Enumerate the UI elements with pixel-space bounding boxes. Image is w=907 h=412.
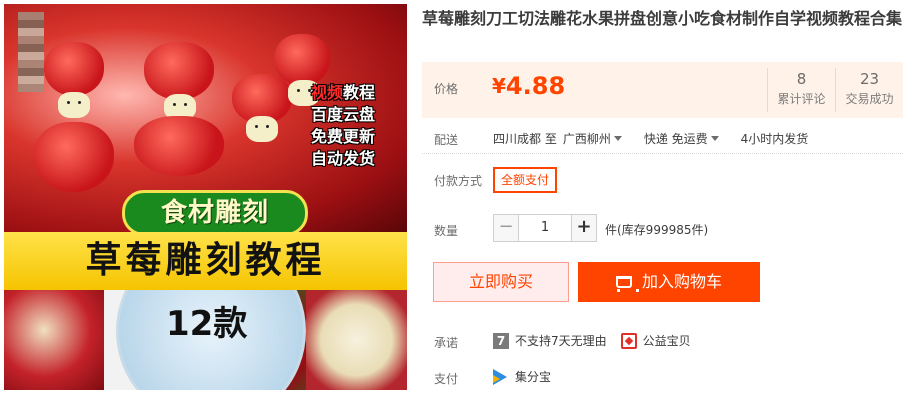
ship-to-select[interactable]: 广西柳州 bbox=[563, 130, 622, 147]
collage-photo bbox=[306, 290, 407, 390]
stock-info: 件(库存999985件) bbox=[605, 223, 709, 237]
ship-to: 广西柳州 bbox=[562, 132, 611, 146]
strawberry-body bbox=[134, 116, 224, 176]
charity-text[interactable]: 公益宝贝 bbox=[643, 332, 691, 349]
quantity-increase-button[interactable]: + bbox=[571, 214, 597, 242]
pay-method[interactable]: 集分宝 bbox=[515, 368, 551, 385]
currency-symbol: ¥ bbox=[492, 74, 506, 98]
payment-option-full[interactable]: 全额支付 bbox=[493, 167, 558, 193]
buy-now-button[interactable]: 立即购买 bbox=[433, 262, 569, 302]
strawberry-body bbox=[34, 122, 114, 192]
strawberry-hat bbox=[144, 42, 214, 100]
shipping-row: 四川成都 至 广西柳州 快递 免运费 4小时内发货 bbox=[493, 130, 808, 147]
charity-icon bbox=[620, 332, 637, 349]
strawberry-hat bbox=[274, 34, 330, 86]
add-to-cart-label: 加入购物车 bbox=[641, 272, 722, 291]
quantity-label: 数量 bbox=[434, 224, 459, 238]
strawberry-santa-photo: 视频教程 百度云盘 免费更新 自动发货 食材雕刻 bbox=[4, 4, 407, 236]
strawberry-hat bbox=[44, 42, 104, 96]
payment-method-label: 付款方式 bbox=[434, 174, 483, 188]
divider bbox=[422, 153, 903, 154]
chevron-down-icon bbox=[613, 136, 622, 141]
watermark-blur bbox=[18, 12, 44, 92]
shipping-label: 配送 bbox=[434, 133, 459, 147]
sales-stats: 8 累计评论 23 交易成功 bbox=[767, 68, 903, 112]
review-count-value: 8 bbox=[796, 70, 807, 88]
review-count[interactable]: 8 累计评论 bbox=[767, 68, 835, 112]
santa-face bbox=[58, 92, 90, 118]
sales-count-label: 交易成功 bbox=[845, 92, 894, 106]
image-count-label: 12款 bbox=[166, 304, 248, 344]
promise-label: 承诺 bbox=[434, 336, 459, 350]
price-amount: 4.88 bbox=[505, 72, 566, 100]
pay-row: 集分宝 bbox=[493, 368, 551, 385]
banner-text: 草莓雕刻教程 bbox=[85, 240, 326, 281]
image-banner: 草莓雕刻教程 bbox=[4, 232, 407, 290]
chevron-down-icon bbox=[710, 136, 719, 141]
price-value: ¥4.88 bbox=[492, 72, 565, 100]
collage-photo bbox=[4, 290, 104, 390]
ship-method: 快递 免运费 bbox=[643, 132, 708, 146]
price-label: 价格 bbox=[434, 82, 459, 96]
product-main-image[interactable]: 视频教程 百度云盘 免费更新 自动发货 食材雕刻 草莓雕刻教程 12款 bbox=[4, 4, 407, 390]
ship-from: 四川成都 至 bbox=[493, 132, 557, 146]
quantity-input[interactable]: 1 bbox=[519, 214, 571, 242]
no-return-icon: 7 bbox=[493, 332, 509, 349]
ship-time: 4小时内发货 bbox=[740, 132, 809, 146]
santa-face bbox=[246, 116, 278, 142]
quantity-stepper: − 1 + bbox=[493, 214, 597, 242]
ship-method-select[interactable]: 快递 免运费 bbox=[644, 130, 719, 147]
jifenbao-icon bbox=[493, 368, 507, 385]
pay-label: 支付 bbox=[434, 372, 459, 386]
cart-icon bbox=[615, 276, 639, 292]
quantity-decrease-button[interactable]: − bbox=[493, 214, 519, 242]
sales-count: 23 交易成功 bbox=[835, 68, 903, 112]
promise-row: 7 不支持7天无理由 公益宝贝 bbox=[493, 332, 691, 349]
promo-text: 视频教程 百度云盘 免费更新 自动发货 bbox=[311, 83, 376, 168]
sales-count-value: 23 bbox=[859, 70, 880, 88]
add-to-cart-button[interactable]: 加入购物车 bbox=[578, 262, 760, 302]
product-title: 草莓雕刻刀工切法雕花水果拼盘创意小吃食材制作自学视频教程合集 bbox=[422, 9, 903, 28]
review-count-label: 累计评论 bbox=[777, 92, 826, 106]
image-subtitle: 食材雕刻 bbox=[122, 190, 308, 236]
price-panel: 价格 ¥4.88 8 累计评论 23 交易成功 bbox=[422, 62, 903, 118]
no-return-text[interactable]: 不支持7天无理由 bbox=[515, 332, 607, 349]
